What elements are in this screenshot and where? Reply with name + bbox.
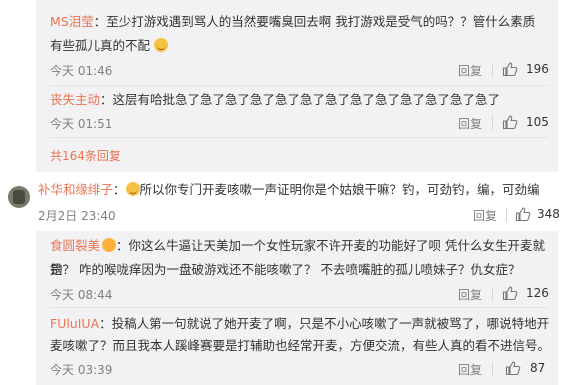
- reply-timestamp: 今天 01:46: [50, 64, 113, 78]
- reply-button[interactable]: 回复: [473, 207, 497, 224]
- divider: [50, 307, 548, 308]
- thumbs-up-icon[interactable]: [515, 206, 531, 222]
- comment-username[interactable]: 补华和缘绯子: [38, 182, 113, 197]
- vip-badge-icon: [102, 238, 117, 252]
- reply-timestamp: 今天 01:51: [50, 117, 113, 131]
- reply-button[interactable]: 回复: [458, 115, 482, 132]
- thumbs-up-icon[interactable]: [505, 360, 521, 376]
- comment-text: 所以你专门开麦咳嗽一声证明你是个姑娘干嘛？钓，可劲钓，编，可劲编: [139, 182, 540, 197]
- reply-timestamp: 今天 03:39: [50, 363, 113, 377]
- reply-button[interactable]: 回复: [458, 361, 482, 378]
- reply-username[interactable]: MS泪莹: [50, 14, 94, 29]
- reply-button[interactable]: 回复: [458, 62, 482, 79]
- divider: [50, 85, 548, 86]
- reply-button[interactable]: 回复: [458, 286, 482, 303]
- comment-timestamp: 2月2日 23:40: [38, 209, 116, 223]
- reply-timestamp: 今天 08:44: [50, 288, 113, 302]
- reply-text-line: ：投稿人第一句就说了她开麦了啊，只是不小心咳嗽了一声就被骂了，哪说特地开: [99, 316, 550, 331]
- smiley-emoji-icon: [154, 38, 168, 52]
- like-count: 196: [526, 62, 549, 76]
- like-count: 105: [526, 115, 549, 129]
- separator: [492, 287, 493, 301]
- thumbs-up-icon[interactable]: [502, 61, 518, 77]
- reply-text-line: 麦咳嗽了？而且我本人蹊峰赛要是打辅助也经常开麦，方便交流，有些人真的看不进信号。: [50, 338, 551, 353]
- thumbs-up-icon[interactable]: [502, 114, 518, 130]
- reply-text: ：至少打游戏遇到骂人的当然要嘴臭回去啊 我打游戏是受气的吗？？管什么素质 有些孤…: [50, 14, 536, 53]
- separator: [492, 63, 493, 77]
- divider: [50, 137, 548, 138]
- reply-text: ：这层有哈批急了急了急了急了急了急了急了急了急了急了急了急了急了: [100, 92, 501, 107]
- separator: [492, 362, 493, 376]
- thumbs-up-icon[interactable]: [502, 285, 518, 301]
- reply-username[interactable]: 食圆裂美: [50, 238, 100, 253]
- separator: [506, 208, 507, 222]
- reply-text-line: 钓？ 咋的喉咙痒因为一盘破游戏还不能咳嗽了？ 不去喷嘴脏的孤儿喷妹子？仇女症？: [50, 262, 521, 277]
- reply-username[interactable]: 丧失主动: [50, 92, 100, 107]
- like-count: 126: [526, 286, 549, 300]
- like-count: 87: [530, 361, 546, 375]
- laughing-emoji-icon: [125, 182, 140, 196]
- separator: [492, 116, 493, 130]
- like-count: 348: [537, 207, 560, 221]
- view-all-replies-link[interactable]: 共164条回复: [50, 147, 121, 164]
- reply-username[interactable]: FUluIUA: [50, 316, 99, 331]
- avatar[interactable]: [8, 186, 30, 208]
